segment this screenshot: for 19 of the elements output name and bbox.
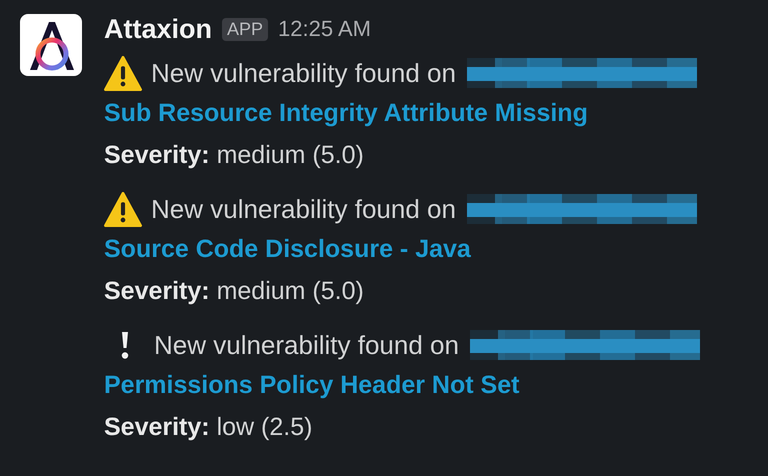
severity-text: Severity: low (2.5) xyxy=(104,412,314,443)
severity-text: Severity: medium (5.0) xyxy=(104,276,365,307)
exclamation-icon xyxy=(120,332,128,358)
vulnerability-link[interactable]: Sub Resource Integrity Attribute Missing xyxy=(104,92,700,135)
sender-name[interactable]: Attaxion xyxy=(104,14,212,44)
redacted-link[interactable] xyxy=(466,194,697,224)
severity-text: Severity: medium (5.0) xyxy=(104,140,365,171)
app-badge: APP xyxy=(222,18,268,40)
warning-icon xyxy=(104,56,142,90)
warning-icon xyxy=(104,192,142,226)
timestamp[interactable]: 12:25 AM xyxy=(278,16,371,42)
alert-text: New vulnerability found on xyxy=(151,194,456,224)
alert-text: New vulnerability found on xyxy=(151,58,456,88)
redacted-link[interactable] xyxy=(466,58,697,88)
vulnerability-link[interactable]: Permissions Policy Header Not Set xyxy=(104,364,700,407)
vulnerability-link[interactable]: Source Code Disclosure - Java xyxy=(104,228,700,271)
app-logo-icon xyxy=(20,14,82,76)
alert-text: New vulnerability found on xyxy=(154,330,459,360)
redacted-link[interactable] xyxy=(470,330,700,360)
